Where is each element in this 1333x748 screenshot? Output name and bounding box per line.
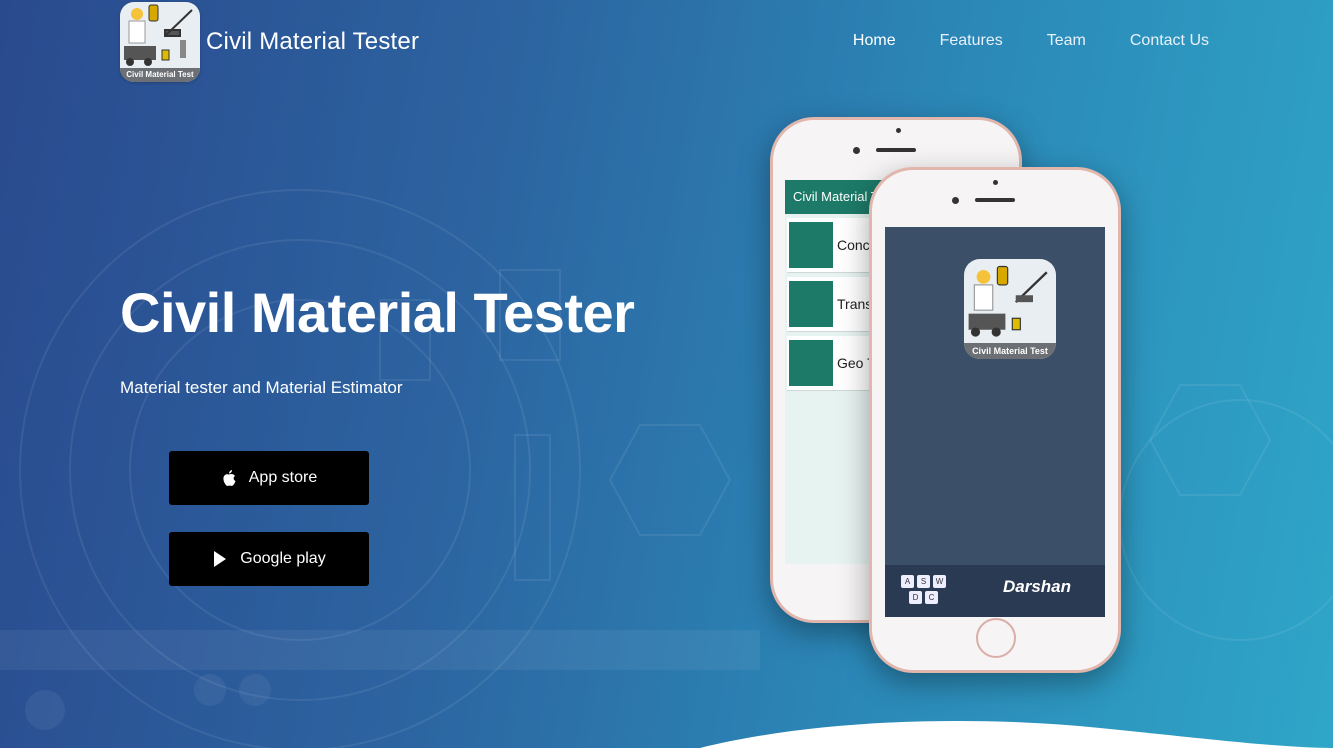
darshan-logo: Darshan — [1003, 577, 1072, 596]
phone-front-camera — [952, 197, 959, 204]
hero-subtitle: Material tester and Material Estimator — [120, 378, 403, 397]
play-icon — [214, 551, 227, 567]
phone-back-sensor — [896, 128, 901, 133]
main-nav: Home Features Team Contact Us — [853, 32, 1209, 50]
phone-front-screen: Civil Material Test A S W D C Darshan — [885, 227, 1105, 617]
splash-illustration — [968, 265, 1048, 337]
apple-icon — [223, 470, 236, 486]
app-logo: Civil Material Test — [120, 2, 200, 82]
phone-back-camera — [853, 147, 860, 154]
shovel-icon — [789, 340, 833, 386]
splash-app-icon: Civil Material Test — [964, 259, 1056, 359]
key-s: S — [917, 575, 930, 588]
google-play-label: Google play — [240, 550, 326, 567]
phone-home-button — [976, 618, 1016, 658]
bottom-wave — [700, 720, 1333, 748]
nav-team[interactable]: Team — [1047, 32, 1086, 50]
splash-icon-caption: Civil Material Test — [964, 343, 1056, 359]
logo-caption: Civil Material Test — [120, 68, 200, 82]
splash-footer: A S W D C Darshan — [885, 565, 1105, 617]
key-c: C — [925, 591, 938, 604]
key-d: D — [909, 591, 922, 604]
nav-home[interactable]: Home — [853, 32, 896, 50]
phone-front-speaker — [975, 198, 1015, 202]
app-store-label: App store — [248, 469, 318, 486]
nav-features[interactable]: Features — [940, 32, 1003, 50]
phone-back-speaker — [876, 148, 916, 152]
logo-illustration — [124, 4, 193, 66]
google-play-button[interactable]: Google play — [169, 532, 369, 586]
brand-name[interactable]: Civil Material Tester — [206, 28, 419, 56]
phone-mockup-front: Civil Material Test A S W D C Darshan — [869, 167, 1121, 673]
hero-title: Civil Material Tester — [120, 281, 635, 344]
key-a: A — [901, 575, 914, 588]
background-pattern — [0, 189, 1333, 748]
app-store-button[interactable]: App store — [169, 451, 369, 505]
concrete-truck-icon — [789, 222, 833, 268]
nav-contact-us[interactable]: Contact Us — [1130, 32, 1209, 50]
brand-logo-link[interactable]: Civil Material Test Civil Material Teste… — [120, 2, 419, 82]
key-w: W — [933, 575, 946, 588]
phone-front-sensor — [993, 180, 998, 185]
road-icon — [789, 281, 833, 327]
